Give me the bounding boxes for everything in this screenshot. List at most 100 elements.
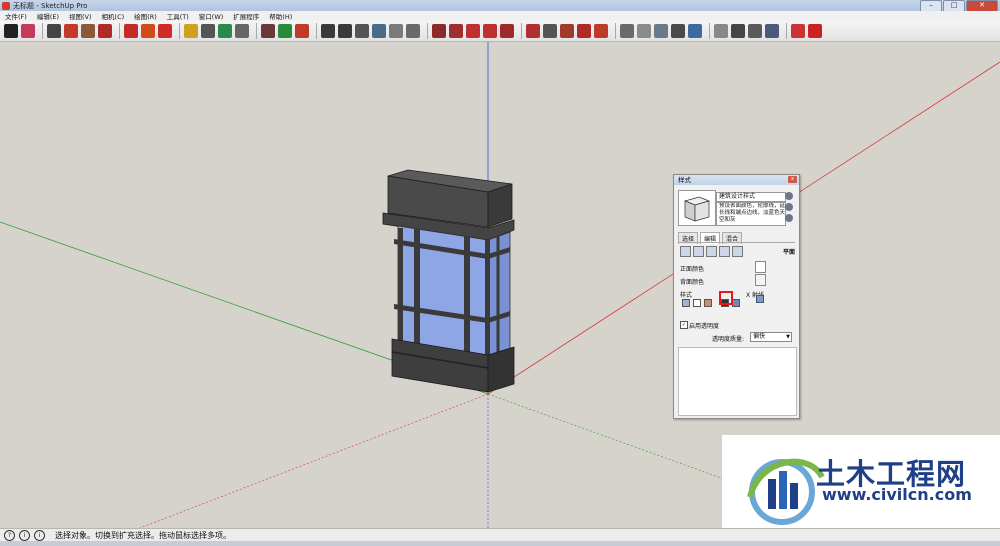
xray-icon[interactable] [756, 295, 764, 303]
chevron-down-icon: ▼ [786, 334, 790, 340]
toolbar-tool-icon[interactable] [620, 24, 634, 38]
toolbar-separator [179, 23, 180, 39]
style-name-field[interactable]: 建筑设计样式 [716, 192, 786, 202]
toolbar-tool-icon[interactable] [278, 24, 292, 38]
toolbar-tool-icon[interactable] [372, 24, 386, 38]
toolbar-tool-icon[interactable] [731, 24, 745, 38]
toolbar-tool-icon[interactable] [748, 24, 762, 38]
watermark-settings-icon[interactable] [719, 246, 730, 257]
toolbar-tool-icon[interactable] [543, 24, 557, 38]
toolbar-separator [786, 23, 787, 39]
panel-close-icon[interactable]: x [788, 176, 797, 183]
toolbar-tool-icon[interactable] [432, 24, 446, 38]
menu-file[interactable]: 文件(F) [0, 11, 32, 21]
toolbar-tool-icon[interactable] [714, 24, 728, 38]
toolbar-tool-icon[interactable] [765, 24, 779, 38]
paint-style-icon[interactable] [785, 203, 793, 211]
enable-transparency-label: 启用透明度 [689, 323, 720, 330]
face-settings-icon[interactable] [693, 246, 704, 257]
toolbar-tool-icon[interactable] [261, 24, 275, 38]
toolbar-tool-icon[interactable] [791, 24, 805, 38]
create-style-icon[interactable] [785, 192, 793, 200]
toolbar-tool-icon[interactable] [124, 24, 138, 38]
toolbar-tool-icon[interactable] [355, 24, 369, 38]
window-title: 无标题 - SketchUp Pro [13, 1, 88, 10]
toolbar-tool-icon[interactable] [321, 24, 335, 38]
tab-divider [678, 242, 795, 243]
toolbar-tool-icon[interactable] [654, 24, 668, 38]
mullion-left [398, 228, 403, 346]
toolbar-tool-icon[interactable] [500, 24, 514, 38]
toolbar-tool-icon[interactable] [637, 24, 651, 38]
modeling-settings-icon[interactable] [732, 246, 743, 257]
highlight-box [719, 291, 733, 305]
window-model[interactable] [382, 169, 515, 393]
toolbar-tool-icon[interactable] [47, 24, 61, 38]
front-color-swatch[interactable] [755, 261, 766, 273]
toolbar-tool-icon[interactable] [808, 24, 822, 38]
toolbar-separator [316, 23, 317, 39]
toolbar-tool-icon[interactable] [688, 24, 702, 38]
toolbar-tool-icon[interactable] [218, 24, 232, 38]
transparency-quality-value: 偏快 [753, 333, 766, 340]
toolbar-tool-icon[interactable] [184, 24, 198, 38]
info-icon[interactable]: i [19, 530, 30, 541]
enable-transparency-checkbox[interactable]: ✓ [680, 321, 688, 329]
help-icon[interactable]: ? [4, 530, 15, 541]
edge-settings-icon[interactable] [680, 246, 691, 257]
style-description-field[interactable]: 预设表面颜色，轮廓线，延长线和端点边线，淡蓝色天空和灰 [716, 202, 786, 226]
toolbar-tool-icon[interactable] [577, 24, 591, 38]
menu-extensions[interactable]: 扩展程序 [228, 11, 264, 21]
hidden-line-icon[interactable] [693, 299, 701, 307]
menu-edit[interactable]: 编辑(E) [32, 11, 64, 21]
toolbar-separator [256, 23, 257, 39]
toolbar-tool-icon[interactable] [466, 24, 480, 38]
toolbar-tool-icon[interactable] [98, 24, 112, 38]
toolbar-tool-icon[interactable] [158, 24, 172, 38]
main-toolbar [0, 21, 1000, 42]
toolbar-tool-icon[interactable] [594, 24, 608, 38]
toolbar-tool-icon[interactable] [201, 24, 215, 38]
toolbar-tool-icon[interactable] [235, 24, 249, 38]
menu-window[interactable]: 窗口(W) [194, 11, 229, 21]
toolbar-tool-icon[interactable] [389, 24, 403, 38]
back-color-swatch[interactable] [755, 274, 766, 286]
transparency-quality-label: 透明度质量: [712, 336, 745, 343]
edit-category-icons [680, 246, 743, 257]
toolbar-separator [427, 23, 428, 39]
styles-panel: 样式 x 建筑设计样式 预设表面颜色，轮廓线，延长线和端点边线，淡蓝色天空和灰 … [673, 174, 800, 419]
toolbar-tool-icon[interactable] [141, 24, 155, 38]
wireframe-icon[interactable] [682, 299, 690, 307]
toolbar-tool-icon[interactable] [81, 24, 95, 38]
toolbar-tool-icon[interactable] [449, 24, 463, 38]
background-settings-icon[interactable] [706, 246, 717, 257]
toolbar-tool-icon[interactable] [671, 24, 685, 38]
menu-tools[interactable]: 工具(T) [162, 11, 194, 21]
toolbar-separator [42, 23, 43, 39]
toolbar-tool-icon[interactable] [483, 24, 497, 38]
toolbar-tool-icon[interactable] [4, 24, 18, 38]
toolbar-tool-icon[interactable] [295, 24, 309, 38]
monochrome-icon[interactable] [732, 299, 740, 307]
toolbar-tool-icon[interactable] [64, 24, 78, 38]
instructor-icon[interactable]: i [34, 530, 45, 541]
refresh-icon[interactable] [785, 214, 793, 222]
menu-draw[interactable]: 绘图(R) [129, 11, 162, 21]
toolbar-separator [615, 23, 616, 39]
menu-help[interactable]: 帮助(H) [264, 11, 297, 21]
taskbar-strip [0, 541, 1000, 546]
shaded-icon[interactable] [704, 299, 712, 307]
toolbar-separator [119, 23, 120, 39]
menu-camera[interactable]: 相机(C) [97, 11, 130, 21]
flat-label: 平面 [782, 249, 795, 256]
title-bar: 无标题 - SketchUp Pro – □ ✕ [0, 0, 1000, 12]
transparency-quality-select[interactable]: 偏快 ▼ [750, 332, 792, 342]
styles-panel-title-text: 样式 [678, 176, 691, 184]
toolbar-tool-icon[interactable] [560, 24, 574, 38]
toolbar-tool-icon[interactable] [338, 24, 352, 38]
toolbar-tool-icon[interactable] [526, 24, 540, 38]
menu-view[interactable]: 视图(V) [64, 11, 97, 21]
top-box-side [487, 183, 513, 228]
toolbar-tool-icon[interactable] [21, 24, 35, 38]
toolbar-tool-icon[interactable] [406, 24, 420, 38]
